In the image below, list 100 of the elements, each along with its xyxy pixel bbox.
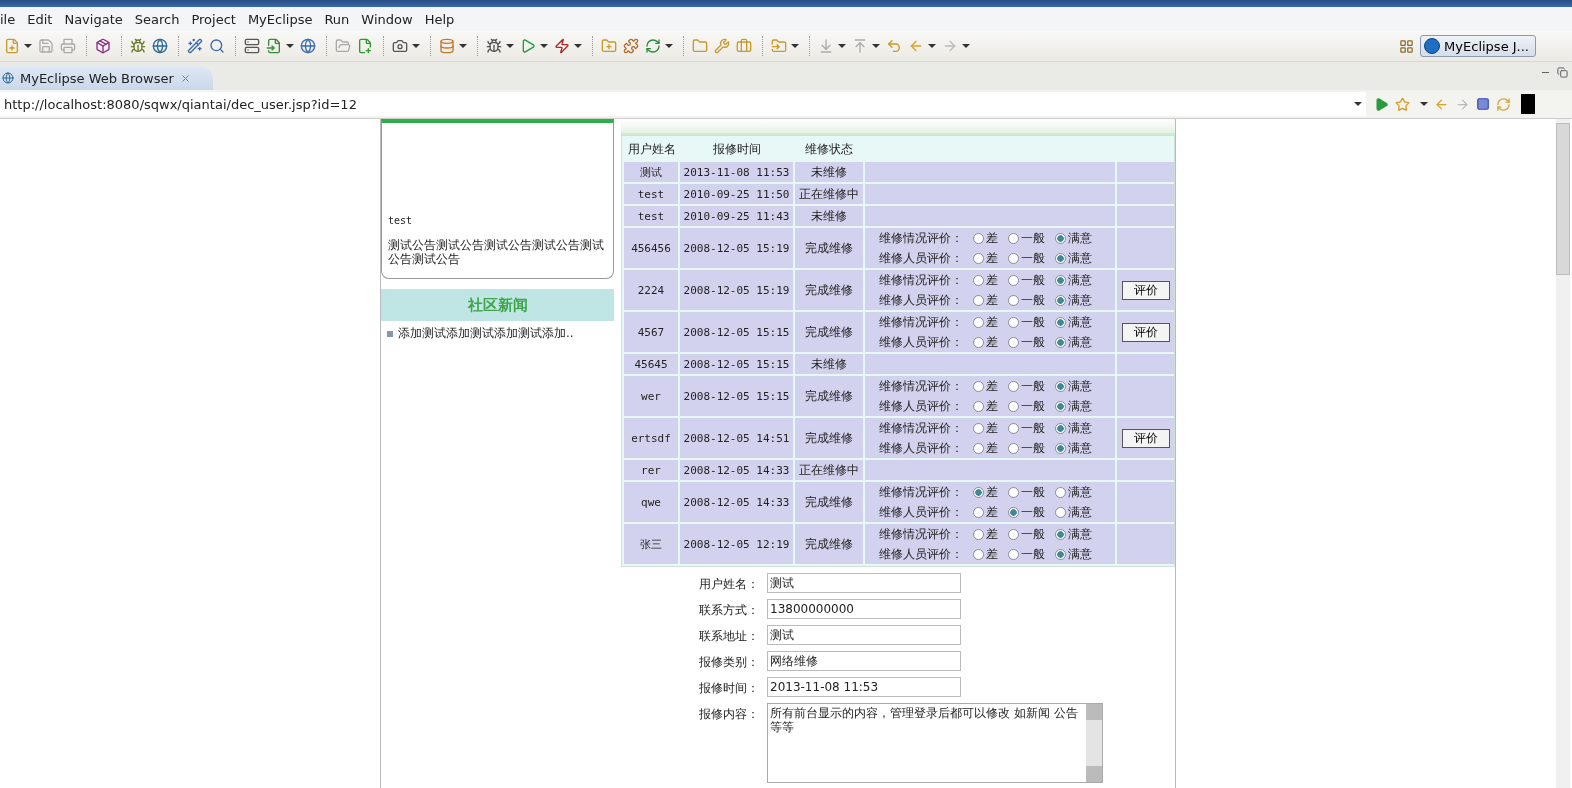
radio-button[interactable] xyxy=(973,232,984,244)
text-area[interactable]: 所有前台显示的内容，管理登录后都可以修改 如新闻 公告等等 xyxy=(767,703,1103,783)
radio-button[interactable] xyxy=(973,252,984,264)
radio-button[interactable] xyxy=(973,274,984,286)
rate-button[interactable]: 评价 xyxy=(1121,280,1170,300)
rate-button[interactable]: 评价 xyxy=(1121,428,1170,448)
caret-icon[interactable] xyxy=(838,44,846,48)
caret-icon[interactable] xyxy=(1420,102,1428,106)
new-folder-icon[interactable] xyxy=(601,38,617,54)
radio-button[interactable] xyxy=(973,294,984,306)
input-field[interactable]: 测试 xyxy=(767,625,961,645)
forward-icon[interactable] xyxy=(1455,96,1470,112)
radio-button[interactable] xyxy=(1055,232,1066,244)
radio-button[interactable] xyxy=(973,422,984,434)
radio-button[interactable] xyxy=(1008,548,1019,560)
address-field[interactable]: http://localhost:8080/sqwx/qiantai/dec_user.jsp?id=12 xyxy=(0,92,1366,116)
radio-button[interactable] xyxy=(1055,486,1066,498)
input-field[interactable]: 13800000000 xyxy=(767,599,961,619)
radio-button[interactable] xyxy=(1008,380,1019,392)
debug-icon[interactable] xyxy=(486,38,502,54)
radio-button[interactable] xyxy=(973,316,984,328)
open-perspective-icon[interactable] xyxy=(1399,38,1415,54)
menu-item[interactable]: Run xyxy=(318,11,356,27)
editor-tab[interactable]: MyEclipse Web Browser xyxy=(0,66,213,90)
caret-icon[interactable] xyxy=(791,44,799,48)
caret-icon[interactable] xyxy=(665,44,673,48)
radio-button[interactable] xyxy=(973,486,984,498)
radio-button[interactable] xyxy=(1008,422,1019,434)
package-icon[interactable] xyxy=(95,38,111,54)
restore-icon[interactable] xyxy=(1557,67,1568,78)
go-icon[interactable] xyxy=(1374,96,1389,112)
folder-icon[interactable] xyxy=(335,38,351,54)
server-icon[interactable] xyxy=(244,38,260,54)
back-icon[interactable] xyxy=(1434,96,1449,112)
briefcase-icon[interactable] xyxy=(736,38,752,54)
radio-button[interactable] xyxy=(1008,294,1019,306)
globe-icon[interactable] xyxy=(300,38,316,54)
radio-button[interactable] xyxy=(1008,528,1019,540)
radio-button[interactable] xyxy=(973,336,984,348)
caret-icon[interactable] xyxy=(928,44,936,48)
radio-button[interactable] xyxy=(1008,506,1019,518)
close-icon[interactable] xyxy=(179,72,191,84)
caret-icon[interactable] xyxy=(962,44,970,48)
menu-item[interactable]: ile xyxy=(0,11,22,27)
radio-button[interactable] xyxy=(973,442,984,454)
rate-button[interactable]: 评价 xyxy=(1121,322,1170,342)
star-icon[interactable] xyxy=(1395,96,1410,112)
news-link[interactable]: 添加测试添加测试添加测试添加.. xyxy=(398,325,574,342)
add-file-icon[interactable] xyxy=(357,38,373,54)
radio-button[interactable] xyxy=(1008,486,1019,498)
globe-icon[interactable] xyxy=(152,38,168,54)
caret-icon[interactable] xyxy=(1354,102,1362,106)
menu-item[interactable]: Search xyxy=(128,11,186,27)
print-icon[interactable] xyxy=(60,38,76,54)
wrench-icon[interactable] xyxy=(714,38,730,54)
search-icon[interactable] xyxy=(209,38,225,54)
caret-icon[interactable] xyxy=(412,44,420,48)
radio-button[interactable] xyxy=(1055,400,1066,412)
file-import-icon[interactable] xyxy=(266,38,282,54)
radio-button[interactable] xyxy=(1008,336,1019,348)
radio-button[interactable] xyxy=(973,506,984,518)
caret-icon[interactable] xyxy=(872,44,880,48)
radio-button[interactable] xyxy=(1055,294,1066,306)
radio-button[interactable] xyxy=(1008,442,1019,454)
radio-button[interactable] xyxy=(973,548,984,560)
caret-icon[interactable] xyxy=(459,44,467,48)
radio-button[interactable] xyxy=(1008,232,1019,244)
radio-button[interactable] xyxy=(1055,380,1066,392)
radio-button[interactable] xyxy=(973,380,984,392)
menu-item[interactable]: Edit xyxy=(21,11,59,27)
menu-item[interactable]: Window xyxy=(355,11,419,27)
radio-button[interactable] xyxy=(1055,336,1066,348)
menu-item[interactable]: Navigate xyxy=(58,11,129,27)
menu-item[interactable]: MyEclipse xyxy=(241,11,319,27)
puzzle-icon[interactable] xyxy=(623,38,639,54)
caret-icon[interactable] xyxy=(540,44,548,48)
caret-icon[interactable] xyxy=(506,44,514,48)
radio-button[interactable] xyxy=(973,400,984,412)
caret-icon[interactable] xyxy=(24,44,32,48)
radio-button[interactable] xyxy=(1008,252,1019,264)
radio-button[interactable] xyxy=(1055,506,1066,518)
input-field[interactable]: 2013-11-08 11:53 xyxy=(767,677,961,697)
radio-button[interactable] xyxy=(1055,252,1066,264)
refresh-icon[interactable] xyxy=(1496,96,1511,112)
radio-button[interactable] xyxy=(1008,316,1019,328)
refresh-icon[interactable] xyxy=(645,38,661,54)
caret-icon[interactable] xyxy=(574,44,582,48)
perspective-button[interactable]: MyEclipse J... xyxy=(1420,35,1536,57)
radio-button[interactable] xyxy=(1008,274,1019,286)
scrollbar[interactable] xyxy=(1556,119,1570,788)
menu-item[interactable]: Help xyxy=(418,11,461,27)
wand-icon[interactable] xyxy=(187,38,203,54)
radio-button[interactable] xyxy=(1055,548,1066,560)
radio-button[interactable] xyxy=(1055,274,1066,286)
save-icon[interactable] xyxy=(38,38,54,54)
open-folder-icon[interactable] xyxy=(692,38,708,54)
radio-button[interactable] xyxy=(1055,316,1066,328)
radio-button[interactable] xyxy=(1008,400,1019,412)
radio-button[interactable] xyxy=(1055,442,1066,454)
scroll-thumb[interactable] xyxy=(1556,123,1570,275)
